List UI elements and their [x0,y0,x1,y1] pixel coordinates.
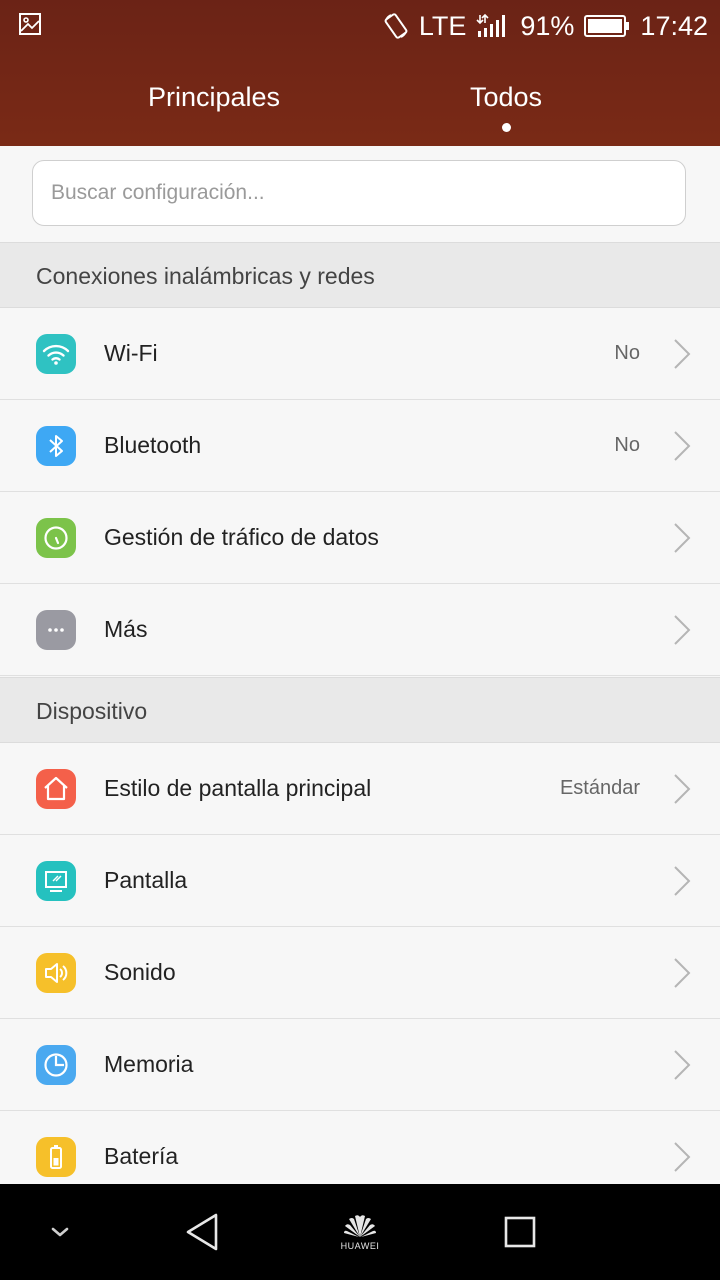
selected-tab-indicator [502,123,511,132]
row-value: No [614,342,640,364]
settings-screen: LTE 91% 17:42 Principales Todos Buscar c… [0,0,720,1280]
chevron-right-icon [674,1050,691,1080]
chevron-right-icon [674,866,691,896]
hide-nav-button[interactable] [30,1184,90,1280]
image-notification-icon [18,12,42,36]
wifi-icon [36,334,76,374]
search-area [0,146,720,242]
app-header: LTE 91% 17:42 Principales Todos [0,0,720,146]
battery-icon [584,14,630,38]
tab-todos[interactable]: Todos [406,82,606,113]
row-sound[interactable]: Sonido [0,927,720,1019]
row-label: Wi-Fi [104,340,158,366]
recents-button[interactable] [488,1184,552,1280]
row-label: Memoria [104,1051,194,1077]
row-wifi[interactable]: Wi-Fi No [0,308,720,400]
row-label: Más [104,616,148,642]
brand-label: HUAWEI [340,1241,380,1251]
search-input[interactable] [32,160,686,226]
chevron-right-icon [674,615,691,645]
sound-icon [36,953,76,993]
row-label: Bluetooth [104,432,202,458]
recents-icon [504,1216,536,1248]
chevron-right-icon [674,958,691,988]
row-memory[interactable]: Memoria [0,1019,720,1111]
row-label: Batería [104,1143,179,1169]
chevron-right-icon [674,1142,691,1172]
section-header-wireless: Conexiones inalámbricas y redes [0,242,720,308]
section-header-device: Dispositivo [0,677,720,743]
row-display[interactable]: Pantalla [0,835,720,927]
tab-principales[interactable]: Principales [114,82,314,113]
memory-icon [36,1045,76,1085]
chevron-right-icon [674,431,691,461]
row-home-style[interactable]: Estilo de pantalla principal Estándar [0,743,720,835]
status-bar: LTE 91% 17:42 [0,0,720,52]
row-label: Pantalla [104,867,188,893]
row-value: No [614,434,640,456]
network-type: LTE [418,10,467,41]
row-label: Gestión de tráfico de datos [104,524,379,550]
chevron-right-icon [674,339,691,369]
navigation-bar: HUAWEI [0,1184,720,1280]
battery-percent: 91% [520,10,575,41]
rotation-lock-icon [383,12,409,40]
home-button[interactable]: HUAWEI [320,1184,400,1280]
section-title: Conexiones inalámbricas y redes [36,263,375,289]
row-label: Estilo de pantalla principal [104,775,372,801]
row-value: Estándar [559,777,640,799]
home-logo-icon [344,1215,376,1237]
chevron-right-icon [674,774,691,804]
home-icon [36,769,76,809]
bluetooth-icon [36,426,76,466]
back-button[interactable] [170,1184,234,1280]
battery-setting-icon [36,1137,76,1177]
chevron-right-icon [674,523,691,553]
more-icon [36,610,76,650]
data-traffic-icon [36,518,76,558]
row-data-traffic[interactable]: Gestión de tráfico de datos [0,492,720,584]
row-label: Sonido [104,959,176,985]
signal-icon [476,13,510,39]
section-title: Dispositivo [36,698,148,724]
row-bluetooth[interactable]: Bluetooth No [0,400,720,492]
back-icon [186,1213,218,1251]
display-icon [36,861,76,901]
row-more[interactable]: Más [0,584,720,676]
tab-bar: Principales Todos [0,52,720,146]
hide-nav-icon [51,1227,69,1237]
clock: 17:42 [640,10,708,41]
status-icons: LTE 91% 17:42 [383,8,708,44]
